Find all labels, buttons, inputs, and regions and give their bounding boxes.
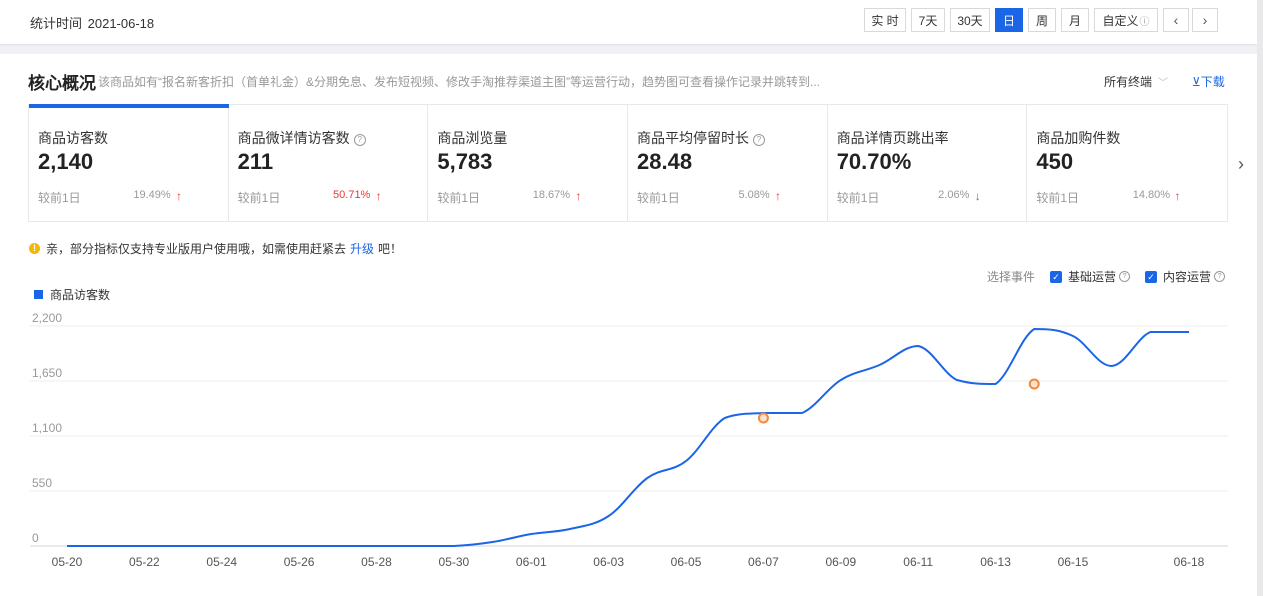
time-range-group: 实 时 7天 30天 日 周 月 自定义 ⓘ ‹ › (864, 8, 1221, 32)
x-tick-label: 06-18 (1174, 555, 1205, 569)
series-line (66, 327, 1189, 547)
help-icon: ⓘ (1139, 16, 1150, 28)
stat-time: 统计时间 2021-06-18 (30, 13, 154, 32)
x-tick-label: 05-28 (361, 555, 392, 569)
x-tick-label: 06-07 (748, 555, 779, 569)
range-custom-button[interactable]: 自定义 ⓘ (1094, 8, 1158, 32)
x-tick-label: 06-05 (671, 555, 702, 569)
y-tick-label: 1,650 (32, 366, 62, 380)
range-week-button[interactable]: 周 (1028, 8, 1056, 32)
event-marker (757, 412, 769, 424)
y-tick-label: 1,100 (32, 421, 62, 435)
core-overview-panel: 核心概况 该商品如有“报名新客折扣（首单礼金）&分期免息、发布短视频、修改手淘推… (0, 54, 1257, 596)
chevron-right-icon: › (1202, 12, 1208, 28)
x-tick-label: 05-20 (52, 555, 83, 569)
x-tick-label: 06-15 (1058, 555, 1089, 569)
stat-time-label: 统计时间 (30, 16, 83, 31)
stat-date: 2021-06-18 (87, 16, 155, 31)
top-bar: 统计时间 2021-06-18 实 时 7天 30天 日 周 月 自定义 ⓘ ‹ … (0, 0, 1257, 44)
x-tick-label: 05-24 (206, 555, 237, 569)
x-tick-label: 05-22 (129, 555, 160, 569)
chevron-left-icon: ‹ (1173, 12, 1179, 28)
event-marker (1028, 378, 1040, 390)
x-tick-label: 05-26 (284, 555, 315, 569)
range-month-button[interactable]: 月 (1061, 8, 1089, 32)
vertical-scrollbar[interactable] (1257, 0, 1263, 596)
y-tick-label: 2,200 (32, 311, 62, 325)
next-date-button[interactable]: › (1192, 8, 1218, 32)
x-tick-label: 06-03 (593, 555, 624, 569)
y-tick-label: 0 (32, 531, 39, 545)
x-tick-label: 05-30 (439, 555, 470, 569)
range-day-button[interactable]: 日 (995, 8, 1023, 32)
range-realtime-button[interactable]: 实 时 (864, 8, 906, 32)
trend-chart: 0 550 1,100 1,650 2,200 05-20 05-22 05-24 05-26 0… (30, 311, 1228, 569)
x-tick-label: 06-13 (980, 555, 1011, 569)
x-tick-label: 06-09 (825, 555, 856, 569)
x-tick-label: 06-11 (903, 555, 933, 569)
x-tick-label: 06-01 (516, 555, 547, 569)
range-7day-button[interactable]: 7天 (911, 8, 945, 32)
prev-date-button[interactable]: ‹ (1163, 8, 1189, 32)
range-30day-button[interactable]: 30天 (950, 8, 990, 32)
y-tick-label: 550 (32, 476, 52, 490)
